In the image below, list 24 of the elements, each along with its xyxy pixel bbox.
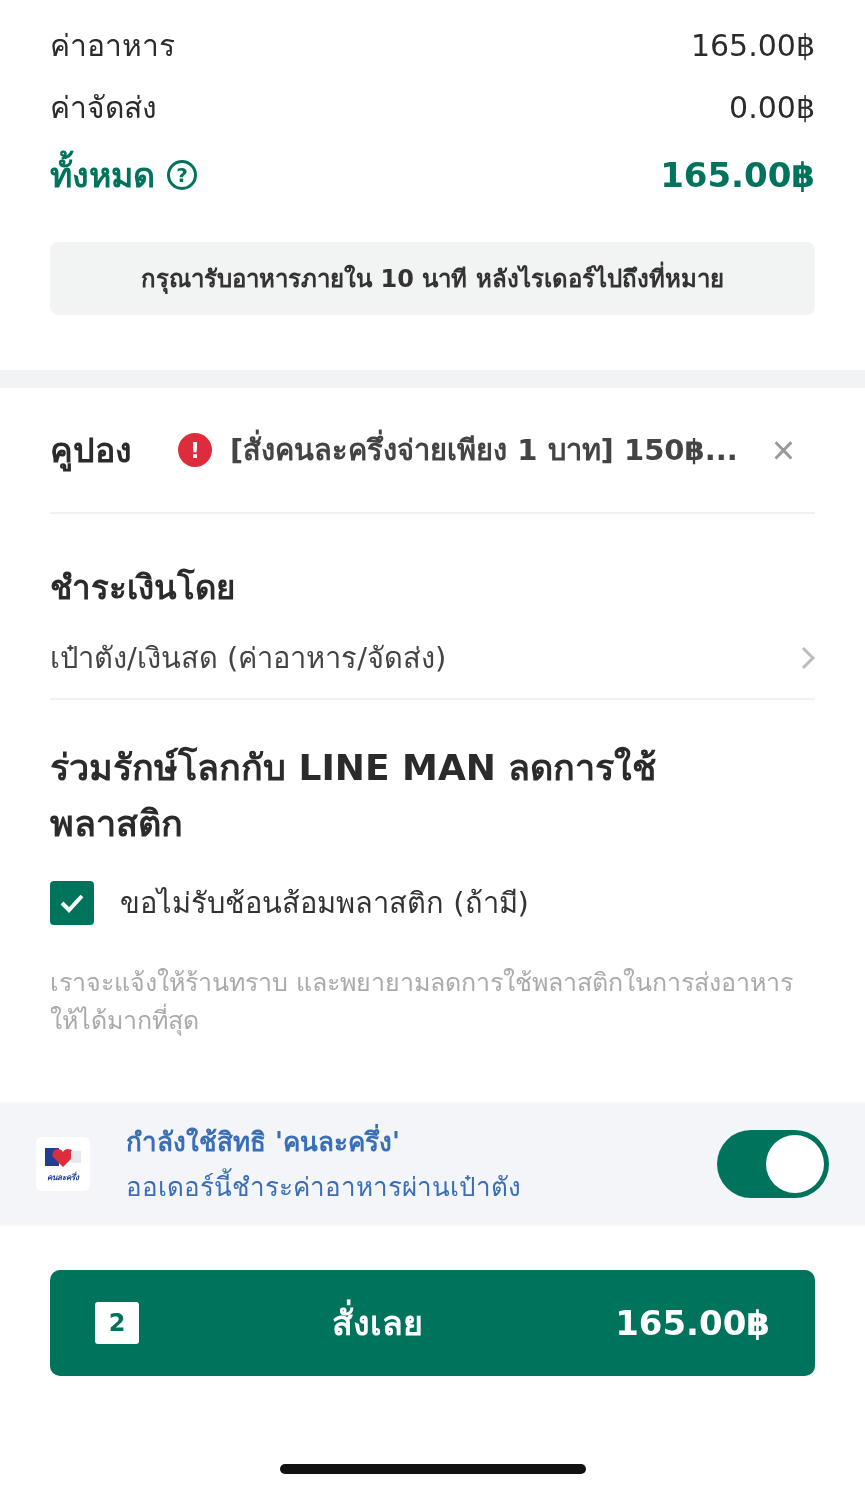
order-button[interactable]: 2 สั่งเลย 165.00฿: [50, 1270, 815, 1376]
plastic-note: เราจะแจ้งให้ร้านทราบ และพยายามลดการใช้พลาสติกในการส่งอาหารให้ได้มากที่สุด: [50, 967, 794, 1038]
item-count: 2: [95, 1302, 139, 1344]
fee-amount: 0.00฿: [729, 89, 815, 125]
fee-label: ค่าจัดส่ง: [50, 88, 157, 127]
pickup-notice: กรุณารับอาหารภายใน 10 นาที หลังไรเดอร์ไปถึงที่หมาย: [50, 242, 815, 315]
coupon-title[interactable]: [สั่งคนละครึ่งจ่ายเพียง 1 บาท] 150฿...: [230, 427, 738, 473]
program-subtitle: ออเดอร์นี้ชำระค่าอาหารผ่านเป๋าตัง: [126, 1166, 521, 1207]
warning-icon: !: [178, 433, 212, 467]
fee-amount: 165.00฿: [690, 27, 815, 63]
total-amount: 165.00฿: [660, 155, 815, 195]
total-label: ทั้งหมด: [50, 148, 155, 202]
checkbox[interactable]: [50, 881, 94, 925]
payment-method[interactable]: เป๋าตัง/เงินสด (ค่าอาหาร/จัดส่ง): [50, 635, 447, 681]
section-heading: ร่วมรักษ์โลกกับ LINE MAN ลดการใช้พลาสติก: [50, 745, 658, 846]
checkbox-label[interactable]: ขอไม่รับช้อนส้อมพลาสติก (ถ้ามี): [120, 880, 529, 926]
program-title: กำลังใช้สิทธิ 'คนละครึ่ง': [126, 1121, 521, 1162]
program-logo: คนละครึ่ง: [36, 1137, 90, 1191]
coupon-label: คูปอง: [50, 429, 132, 474]
help-icon[interactable]: ?: [167, 160, 197, 190]
payment-heading: ชำระเงินโดย: [50, 567, 235, 609]
fee-label: ค่าอาหาร: [50, 26, 175, 65]
check-icon: [59, 893, 85, 913]
chevron-right-icon: [801, 646, 815, 670]
